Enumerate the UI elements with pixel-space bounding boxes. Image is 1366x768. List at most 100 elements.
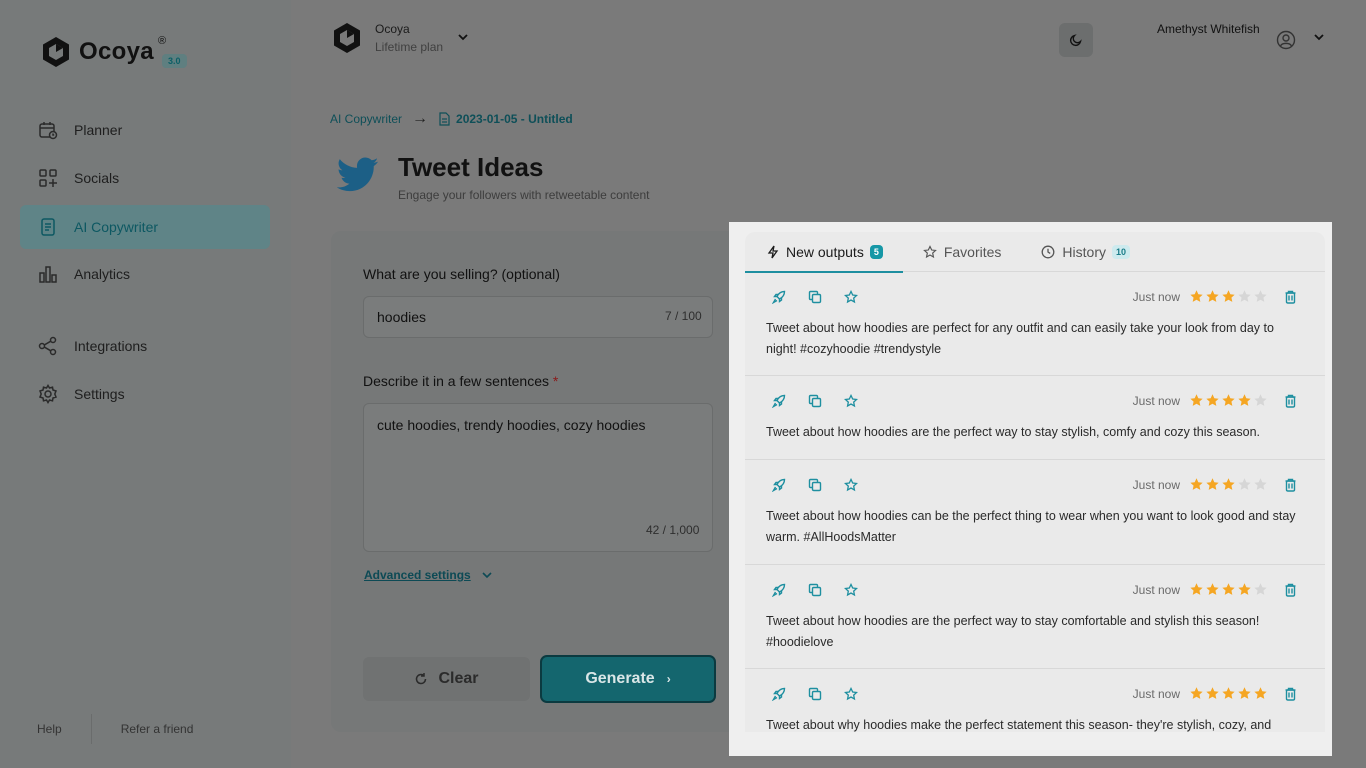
- tab-history[interactable]: History 10: [1023, 232, 1130, 272]
- tab-label: Favorites: [943, 244, 1002, 260]
- file-icon: [439, 112, 450, 126]
- copy-icon[interactable]: [807, 289, 823, 305]
- registered-mark: ®: [158, 35, 167, 47]
- copy-icon[interactable]: [807, 477, 823, 493]
- output-text: Tweet about why hoodies make the perfect…: [766, 718, 1272, 732]
- rating-stars[interactable]: [1189, 393, 1269, 408]
- star-filled-icon[interactable]: [1205, 289, 1220, 304]
- rocket-icon[interactable]: [771, 582, 787, 598]
- sidebar-item-analytics[interactable]: Analytics: [20, 252, 270, 296]
- advanced-settings-toggle[interactable]: Advanced settings: [364, 568, 493, 582]
- describe-label: Describe it in a few sentences *: [363, 373, 558, 389]
- sidebar-item-planner[interactable]: Planner: [20, 108, 270, 152]
- rocket-icon[interactable]: [771, 289, 787, 305]
- star-filled-icon[interactable]: [1221, 477, 1236, 492]
- star-filled-icon[interactable]: [1221, 393, 1236, 408]
- clear-button[interactable]: Clear: [363, 657, 530, 701]
- star-filled-icon[interactable]: [1205, 582, 1220, 597]
- favorite-star-icon[interactable]: [843, 393, 859, 409]
- breadcrumb-parent-link[interactable]: AI Copywriter: [330, 112, 402, 126]
- sidebar-item-ai-copywriter[interactable]: AI Copywriter: [20, 205, 270, 249]
- star-filled-icon[interactable]: [1189, 477, 1204, 492]
- describe-counter: 42 / 1,000: [646, 523, 700, 537]
- star-filled-icon[interactable]: [1205, 686, 1220, 701]
- sidebar-item-label: Analytics: [74, 266, 131, 282]
- chevron-down-icon[interactable]: [1313, 33, 1325, 41]
- outputs-panel: New outputs 5 Favorites History 10 Just …: [745, 232, 1325, 732]
- star-empty-icon[interactable]: [1253, 289, 1268, 304]
- breadcrumb-current[interactable]: 2023-01-05 - Untitled: [456, 112, 573, 126]
- refer-friend-link[interactable]: Refer a friend: [121, 722, 194, 736]
- output-meta: Just now: [1133, 582, 1297, 597]
- tab-label: New outputs: [786, 244, 864, 260]
- user-name[interactable]: Amethyst Whitefish: [1157, 22, 1260, 36]
- star-empty-icon[interactable]: [1253, 477, 1268, 492]
- help-link[interactable]: Help: [37, 722, 62, 736]
- sidebar-item-settings[interactable]: Settings: [20, 372, 270, 416]
- output-actions: [771, 582, 879, 598]
- favorite-star-icon[interactable]: [843, 582, 859, 598]
- theme-toggle-button[interactable]: [1059, 23, 1093, 57]
- share-icon: [38, 336, 58, 356]
- rocket-icon[interactable]: [771, 393, 787, 409]
- rating-stars[interactable]: [1189, 477, 1269, 492]
- workspace-logo-icon: [334, 23, 360, 53]
- copy-icon[interactable]: [807, 393, 823, 409]
- star-filled-icon[interactable]: [1205, 393, 1220, 408]
- star-filled-icon[interactable]: [1237, 393, 1252, 408]
- favorite-star-icon[interactable]: [843, 686, 859, 702]
- delete-button[interactable]: [1284, 583, 1297, 597]
- rating-stars[interactable]: [1189, 289, 1269, 304]
- tab-favorites[interactable]: Favorites: [903, 232, 1024, 272]
- star-empty-icon[interactable]: [1237, 477, 1252, 492]
- footer-divider: [90, 714, 92, 744]
- delete-button[interactable]: [1284, 394, 1297, 408]
- output-meta: Just now: [1133, 477, 1297, 492]
- rocket-icon[interactable]: [771, 477, 787, 493]
- star-filled-icon[interactable]: [1205, 477, 1220, 492]
- chevron-down-icon: [482, 572, 492, 579]
- copy-icon[interactable]: [807, 582, 823, 598]
- star-filled-icon[interactable]: [1189, 289, 1204, 304]
- copy-icon[interactable]: [807, 686, 823, 702]
- star-filled-icon[interactable]: [1189, 582, 1204, 597]
- star-filled-icon[interactable]: [1221, 686, 1236, 701]
- rating-stars[interactable]: [1189, 686, 1269, 701]
- star-filled-icon[interactable]: [1189, 393, 1204, 408]
- star-empty-icon[interactable]: [1237, 289, 1252, 304]
- sidebar-item-label: Socials: [74, 170, 120, 186]
- output-actions: [771, 686, 879, 702]
- brand-logo[interactable]: Ocoya ® 3.0: [42, 35, 187, 68]
- chevron-down-icon: [458, 34, 468, 41]
- delete-button[interactable]: [1284, 687, 1297, 701]
- star-filled-icon[interactable]: [1237, 582, 1252, 597]
- selling-input[interactable]: hoodies: [363, 296, 713, 338]
- sidebar-item-integrations[interactable]: Integrations: [20, 324, 270, 368]
- star-filled-icon[interactable]: [1221, 289, 1236, 304]
- star-empty-icon[interactable]: [1253, 582, 1268, 597]
- output-timestamp: Just now: [1132, 289, 1180, 304]
- trash-icon: [1284, 583, 1297, 597]
- user-avatar-icon[interactable]: [1276, 30, 1296, 50]
- delete-button[interactable]: [1284, 478, 1297, 492]
- star-empty-icon[interactable]: [1253, 393, 1268, 408]
- star-filled-icon[interactable]: [1237, 686, 1252, 701]
- twitter-icon: [337, 157, 379, 192]
- sidebar-item-socials[interactable]: Socials: [20, 156, 270, 200]
- tab-new-outputs[interactable]: New outputs 5: [745, 232, 903, 273]
- star-filled-icon[interactable]: [1253, 686, 1268, 701]
- sidebar-item-label: Planner: [74, 122, 123, 138]
- output-item: Just now Tweet about how hoodies are the…: [745, 376, 1325, 460]
- rocket-icon[interactable]: [771, 686, 787, 702]
- generate-button[interactable]: Generate ›: [540, 655, 716, 703]
- sidebar-item-label: Integrations: [74, 338, 148, 354]
- new-outputs-count-badge: 5: [869, 245, 883, 259]
- workspace-plan: Lifetime plan: [375, 40, 444, 54]
- rating-stars[interactable]: [1189, 582, 1269, 597]
- star-filled-icon[interactable]: [1221, 582, 1236, 597]
- favorite-star-icon[interactable]: [843, 289, 859, 305]
- workspace-switcher[interactable]: Ocoya Lifetime plan: [333, 22, 469, 54]
- favorite-star-icon[interactable]: [843, 477, 859, 493]
- delete-button[interactable]: [1284, 290, 1297, 304]
- star-filled-icon[interactable]: [1189, 686, 1204, 701]
